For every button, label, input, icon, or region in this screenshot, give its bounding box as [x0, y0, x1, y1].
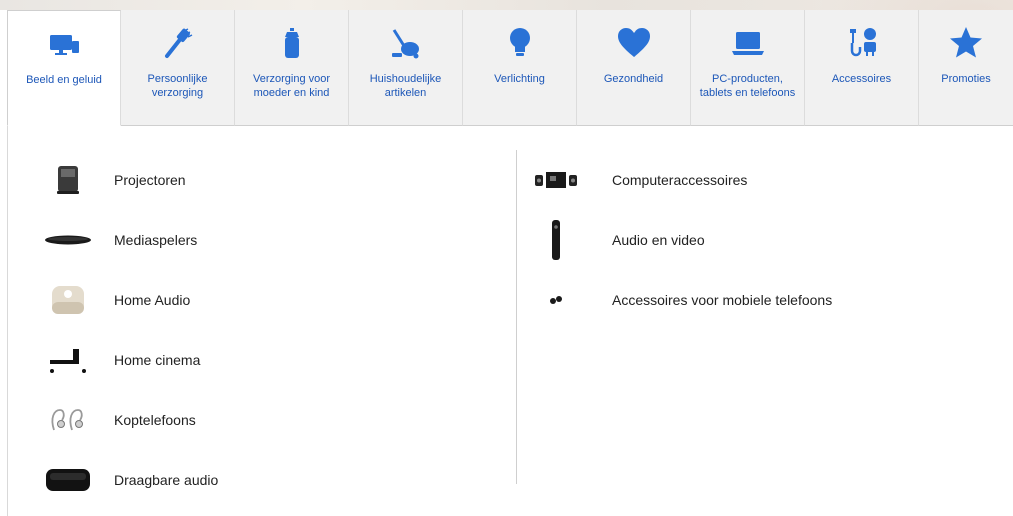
toothbrush-icon: [158, 24, 198, 62]
menu-item-home-cinema[interactable]: Home cinema: [38, 330, 498, 390]
category-tabs: Beeld en geluid Persoonlijke verzorging …: [7, 10, 1013, 126]
menu-item-label: Home cinema: [114, 352, 201, 368]
tab-label: PC-producten, tablets en telefoons: [699, 73, 796, 99]
star-icon: [946, 24, 986, 62]
tab-label: Beeld en geluid: [26, 74, 102, 86]
tab-label: Verzorging voor moeder en kind: [252, 73, 331, 99]
tab-promoties[interactable]: Promoties: [919, 10, 1013, 126]
projector-icon: [38, 157, 98, 203]
lightbulb-icon: [500, 24, 540, 62]
menu-item-home-audio[interactable]: Home Audio: [38, 270, 498, 330]
tab-beeld-en-geluid[interactable]: Beeld en geluid: [7, 10, 121, 126]
tab-label: Huishoudelijke artikelen: [369, 73, 442, 99]
media-player-icon: [38, 217, 98, 263]
tab-label: Gezondheid: [603, 73, 664, 85]
tab-accessoires[interactable]: Accessoires: [805, 10, 919, 126]
portable-speaker-icon: [38, 457, 98, 503]
menu-item-label: Home Audio: [114, 292, 191, 308]
heart-icon: [614, 24, 654, 62]
menu-item-label: Mediaspelers: [114, 232, 198, 248]
tab-huishoudelijke-artikelen[interactable]: Huishoudelijke artikelen: [349, 10, 463, 126]
baby-bottle-icon: [272, 24, 312, 62]
headphones-icon: [38, 397, 98, 443]
menu-item-accessoires-mobiele-telefoons[interactable]: Accessoires voor mobiele telefoons: [532, 270, 1002, 330]
submenu-right-column: Computeraccessoires Audio en video Acces…: [532, 150, 1002, 330]
tab-label: Verlichting: [494, 73, 545, 85]
plug-icon: [842, 24, 882, 62]
earbuds-icon: [532, 277, 580, 323]
tab-persoonlijke-verzorging[interactable]: Persoonlijke verzorging: [121, 10, 235, 126]
remote-control-icon: [532, 217, 580, 263]
tab-pc-producten[interactable]: PC-producten, tablets en telefoons: [691, 10, 805, 126]
tab-gezondheid[interactable]: Gezondheid: [577, 10, 691, 126]
column-divider: [516, 150, 517, 484]
menu-item-koptelefoons[interactable]: Koptelefoons: [38, 390, 498, 450]
home-audio-icon: [38, 277, 98, 323]
menu-item-draagbare-audio[interactable]: Draagbare audio: [38, 450, 498, 510]
menu-item-label: Projectoren: [114, 172, 186, 188]
menu-item-computeraccessoires[interactable]: Computeraccessoires: [532, 150, 1002, 210]
menu-item-projectoren[interactable]: Projectoren: [38, 150, 498, 210]
tab-label: Accessoires: [831, 73, 892, 85]
menu-item-label: Accessoires voor mobiele telefoons: [612, 292, 833, 308]
computer-speakers-icon: [532, 157, 580, 203]
tab-label: Persoonlijke verzorging: [147, 73, 208, 99]
menu-item-label: Draagbare audio: [114, 472, 219, 488]
tab-moeder-en-kind[interactable]: Verzorging voor moeder en kind: [235, 10, 349, 126]
menu-item-label: Koptelefoons: [114, 412, 196, 428]
vacuum-icon: [386, 24, 426, 62]
panel-left-border: [7, 126, 8, 516]
menu-item-audio-en-video[interactable]: Audio en video: [532, 210, 1002, 270]
home-cinema-icon: [38, 337, 98, 383]
tab-label: Promoties: [941, 73, 991, 85]
menu-item-label: Audio en video: [612, 232, 705, 248]
tv-icon: [44, 25, 84, 63]
submenu-left-column: Projectoren Mediaspelers Home Audio Home…: [38, 150, 498, 510]
tab-verlichting[interactable]: Verlichting: [463, 10, 577, 126]
menu-item-mediaspelers[interactable]: Mediaspelers: [38, 210, 498, 270]
laptop-icon: [728, 24, 768, 62]
menu-item-label: Computeraccessoires: [612, 172, 748, 188]
top-banner-strip: [0, 0, 1013, 10]
